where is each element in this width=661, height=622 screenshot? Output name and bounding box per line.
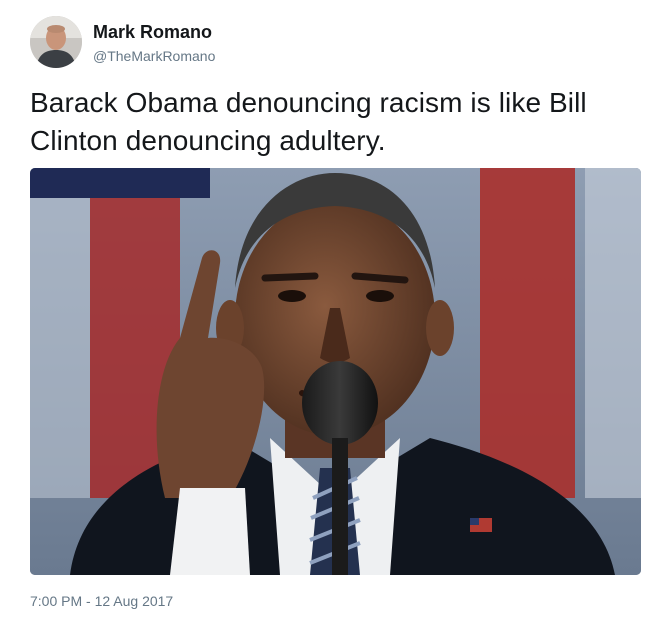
user-avatar-icon (30, 16, 82, 68)
author-name[interactable]: Mark Romano (93, 22, 212, 43)
tweet-card: Mark Romano @TheMarkRomano Barack Obama … (0, 0, 661, 622)
speaker-pointing-photo-icon (30, 168, 641, 575)
tweet-timestamp[interactable]: 7:00 PM - 12 Aug 2017 (30, 593, 173, 609)
tweet-text: Barack Obama denouncing racism is like B… (30, 87, 587, 156)
tweet-media-photo[interactable] (30, 168, 641, 575)
author-handle[interactable]: @TheMarkRomano (93, 48, 215, 64)
author-avatar[interactable] (30, 16, 82, 68)
